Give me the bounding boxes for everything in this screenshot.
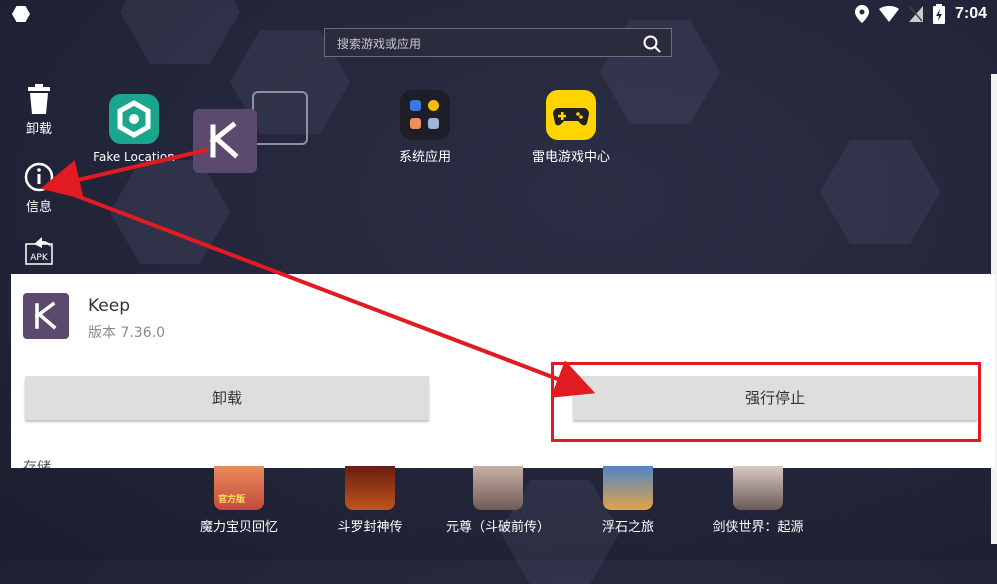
keep-drag-icon[interactable] [193, 109, 257, 173]
status-bar: 7:04 [0, 0, 997, 28]
game-yuanzun[interactable]: 元尊（斗破前传） [440, 466, 556, 535]
location-icon [854, 5, 869, 23]
app-label: Fake Location [93, 150, 175, 164]
game-jianxia[interactable]: 剑侠世界：起源 [706, 466, 810, 535]
app-system-apps[interactable]: 系统应用 [390, 90, 460, 165]
search-icon[interactable] [643, 35, 661, 53]
clock: 7:04 [954, 5, 987, 22]
game-label: 剑侠世界：起源 [712, 520, 804, 535]
sidebar-item-label: 卸载 [25, 122, 52, 137]
game-label: 魔力宝贝回忆 [199, 520, 278, 535]
app-label: 雷电游戏中心 [531, 150, 610, 165]
game-fushi[interactable]: 浮石之旅 [590, 466, 666, 535]
app-version: 版本 7.36.0 [88, 325, 165, 341]
fake-location-icon [109, 94, 159, 144]
apk-share-icon: APK [25, 237, 53, 265]
app-game-center[interactable]: 雷电游戏中心 [525, 90, 617, 165]
game-icon [603, 466, 653, 510]
wifi-icon [878, 6, 899, 22]
search-input[interactable] [335, 33, 629, 55]
game-label: 元尊（斗破前传） [445, 520, 550, 535]
storage-section-label: 存储 [23, 460, 51, 468]
no-sim-icon [908, 6, 923, 22]
sidebar-item-info[interactable]: 信息 [14, 162, 64, 215]
trash-icon [28, 84, 50, 114]
sidebar-item-label: APK [30, 253, 49, 263]
game-badge: 官方版 [218, 495, 246, 505]
game-icon [345, 466, 395, 510]
game-douluo[interactable]: 斗罗封神传 [328, 466, 412, 535]
game-icon [733, 466, 783, 510]
game-label: 浮石之旅 [601, 520, 654, 535]
keep-app-icon [23, 293, 69, 339]
app-fake-location[interactable]: Fake Location [92, 94, 176, 165]
sidebar-item-apk[interactable]: APK [14, 236, 64, 270]
game-label: 斗罗封神传 [337, 520, 403, 535]
home-hex-icon[interactable] [12, 6, 30, 22]
system-apps-folder-icon [400, 90, 450, 140]
game-icon: 官方版 [214, 466, 264, 510]
info-icon [24, 162, 54, 192]
bg-hexagon [110, 160, 230, 264]
game-moli[interactable]: 官方版 魔力宝贝回忆 [194, 466, 284, 535]
sidebar-item-uninstall[interactable]: 卸载 [14, 84, 64, 137]
game-icon [473, 466, 523, 510]
drag-drop-target [252, 91, 308, 145]
app-name: Keep [88, 296, 131, 316]
battery-charging-icon [932, 4, 945, 24]
bg-hexagon [820, 140, 940, 244]
force-stop-highlight-box [551, 362, 981, 442]
search-box[interactable] [324, 28, 672, 57]
app-label: 系统应用 [398, 150, 451, 165]
uninstall-button[interactable]: 卸载 [25, 376, 429, 420]
game-center-icon [546, 90, 596, 140]
sidebar-item-label: 信息 [25, 200, 52, 215]
